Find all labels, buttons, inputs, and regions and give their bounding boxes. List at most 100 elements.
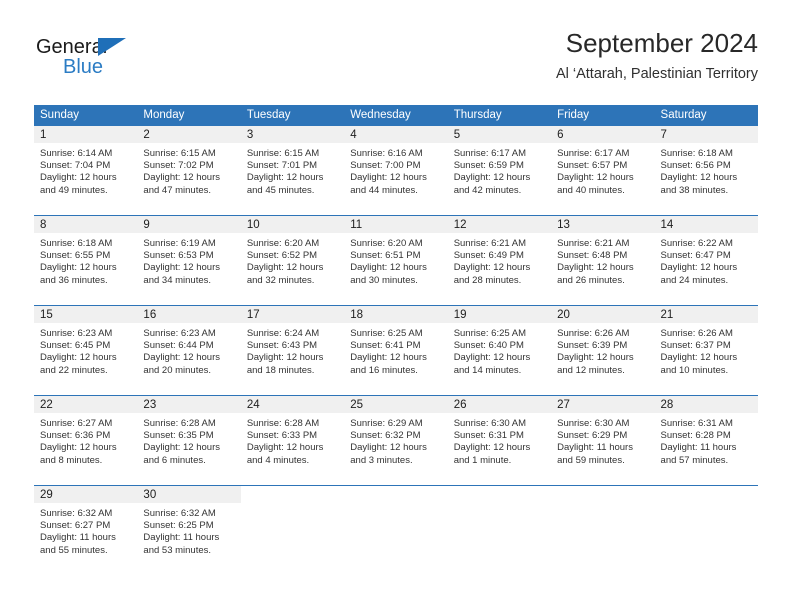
day-number: 22 (40, 399, 53, 411)
day-cell-3[interactable]: 3 Sunrise: 6:15 AM Sunset: 7:01 PM Daylight… (240, 126, 345, 215)
day-number-band: 22 (34, 396, 138, 414)
day-number (655, 486, 758, 489)
day-cell-29[interactable]: 29 Sunrise: 6:32 AM Sunset: 6:27 PM Dayligh… (34, 486, 138, 575)
sunset-text: Sunset: 7:02 PM (143, 160, 214, 172)
daylight-text: Daylight: 12 hours and 42 minutes. (453, 172, 531, 196)
sunset-text: Sunset: 6:57 PM (557, 160, 628, 172)
day-number-band (240, 486, 345, 504)
day-details: Sunrise: 6:22 AM Sunset: 6:47 PM Daylight:… (655, 234, 758, 287)
day-details: Sunrise: 6:24 AM Sunset: 6:43 PM Daylight:… (241, 324, 344, 377)
sunrise-text: Sunrise: 6:26 AM (557, 328, 630, 339)
day-cell-28[interactable]: 28 Sunrise: 6:31 AM Sunset: 6:28 PM Dayligh… (654, 396, 758, 485)
day-cell-empty (447, 486, 552, 575)
day-details: Sunrise: 6:20 AM Sunset: 6:51 PM Daylight:… (344, 234, 447, 287)
day-cell-5[interactable]: 5 Sunrise: 6:17 AM Sunset: 6:59 PM Daylight… (447, 126, 552, 215)
day-cell-24[interactable]: 24 Sunrise: 6:28 AM Sunset: 6:33 PM Dayligh… (240, 396, 345, 485)
day-cell-10[interactable]: 10 Sunrise: 6:20 AM Sunset: 6:52 PM Dayligh… (240, 216, 345, 305)
day-number: 20 (557, 309, 570, 321)
day-cell-19[interactable]: 19 Sunrise: 6:25 AM Sunset: 6:40 PM Dayligh… (447, 306, 552, 395)
sunset-text: Sunset: 6:41 PM (350, 340, 421, 352)
day-cell-16[interactable]: 16 Sunrise: 6:23 AM Sunset: 6:44 PM Dayligh… (137, 306, 241, 395)
day-cell-6[interactable]: 6 Sunrise: 6:17 AM Sunset: 6:57 PM Daylight… (551, 126, 655, 215)
day-number (241, 486, 344, 489)
day-number-band: 3 (240, 126, 345, 144)
calendar-week-row: 15 Sunrise: 6:23 AM Sunset: 6:45 PM Dayligh… (34, 305, 758, 395)
weekday-header-row: Sunday Monday Tuesday Wednesday Thursday Frid… (34, 105, 758, 126)
day-number (551, 486, 654, 489)
day-cell-7[interactable]: 7 Sunrise: 6:18 AM Sunset: 6:56 PM Daylight… (654, 126, 758, 215)
day-details: Sunrise: 6:21 AM Sunset: 6:49 PM Daylight:… (448, 234, 551, 287)
sunset-text: Sunset: 6:49 PM (453, 250, 524, 262)
sunset-text: Sunset: 6:40 PM (453, 340, 524, 352)
sunrise-text: Sunrise: 6:27 AM (40, 418, 113, 429)
day-number: 23 (143, 399, 157, 411)
day-details: Sunrise: 6:17 AM Sunset: 6:57 PM Daylight:… (551, 144, 654, 197)
day-cell-17[interactable]: 17 Sunrise: 6:24 AM Sunset: 6:43 PM Dayligh… (240, 306, 345, 395)
daylight-text: Daylight: 12 hours and 1 minute. (453, 442, 531, 466)
sunrise-text: Sunrise: 6:32 AM (40, 508, 113, 519)
sunset-text: Sunset: 6:25 PM (143, 520, 214, 532)
day-cell-9[interactable]: 9 Sunrise: 6:19 AM Sunset: 6:53 PM Daylight… (137, 216, 241, 305)
sunrise-text: Sunrise: 6:20 AM (246, 238, 320, 249)
day-cell-4[interactable]: 4 Sunrise: 6:16 AM Sunset: 7:00 PM Daylight… (344, 126, 448, 215)
day-number-band: 30 (137, 486, 241, 504)
day-details: Sunrise: 6:25 AM Sunset: 6:40 PM Daylight:… (448, 324, 551, 377)
sunset-text: Sunset: 6:53 PM (143, 250, 214, 262)
day-cell-20[interactable]: 20 Sunrise: 6:26 AM Sunset: 6:39 PM Dayligh… (551, 306, 655, 395)
day-number-band: 4 (344, 126, 448, 144)
sunrise-text: Sunrise: 6:17 AM (453, 148, 527, 159)
sunrise-text: Sunrise: 6:28 AM (246, 418, 320, 429)
day-number-band: 17 (240, 306, 345, 324)
general-blue-logo[interactable]: General Blue (36, 36, 216, 86)
day-number-band: 11 (344, 216, 448, 234)
logo-text-general: General (36, 36, 108, 58)
day-cell-30[interactable]: 30 Sunrise: 6:32 AM Sunset: 6:25 PM Dayligh… (137, 486, 241, 575)
day-number: 10 (246, 219, 260, 231)
sunset-text: Sunset: 6:27 PM (40, 520, 111, 532)
day-details: Sunrise: 6:27 AM Sunset: 6:36 PM Daylight:… (34, 414, 137, 467)
daylight-text: Daylight: 12 hours and 45 minutes. (246, 172, 324, 196)
day-number: 7 (660, 129, 667, 141)
sunrise-text: Sunrise: 6:20 AM (350, 238, 423, 249)
sunset-text: Sunset: 7:01 PM (246, 160, 318, 172)
day-number-band: 9 (137, 216, 241, 234)
day-cell-22[interactable]: 22 Sunrise: 6:27 AM Sunset: 6:36 PM Dayligh… (34, 396, 138, 485)
daylight-text: Daylight: 12 hours and 4 minutes. (246, 442, 324, 466)
day-number: 15 (40, 309, 53, 321)
day-number-band: 6 (551, 126, 655, 144)
daylight-text: Daylight: 11 hours and 59 minutes. (557, 442, 633, 466)
day-details: Sunrise: 6:15 AM Sunset: 7:01 PM Daylight:… (241, 144, 344, 197)
day-cell-23[interactable]: 23 Sunrise: 6:28 AM Sunset: 6:35 PM Dayligh… (137, 396, 241, 485)
day-cell-15[interactable]: 15 Sunrise: 6:23 AM Sunset: 6:45 PM Dayligh… (34, 306, 138, 395)
logo-text-blue: Blue (63, 56, 104, 78)
day-cell-26[interactable]: 26 Sunrise: 6:30 AM Sunset: 6:31 PM Dayligh… (447, 396, 552, 485)
sunrise-text: Sunrise: 6:28 AM (143, 418, 216, 429)
day-details: Sunrise: 6:23 AM Sunset: 6:45 PM Daylight:… (34, 324, 137, 377)
day-cell-18[interactable]: 18 Sunrise: 6:25 AM Sunset: 6:41 PM Dayligh… (344, 306, 448, 395)
day-cell-2[interactable]: 2 Sunrise: 6:15 AM Sunset: 7:02 PM Daylight… (137, 126, 241, 215)
weekday-header-wednesday: Wednesday (350, 109, 411, 121)
day-number-band: 2 (137, 126, 241, 144)
day-cell-21[interactable]: 21 Sunrise: 6:26 AM Sunset: 6:37 PM Dayligh… (654, 306, 758, 395)
calendar-week-row: 29 Sunrise: 6:32 AM Sunset: 6:27 PM Dayligh… (34, 485, 758, 575)
day-cell-1[interactable]: 1 Sunrise: 6:14 AM Sunset: 7:04 PM Daylight… (34, 126, 138, 215)
day-cell-27[interactable]: 27 Sunrise: 6:30 AM Sunset: 6:29 PM Dayligh… (551, 396, 655, 485)
daylight-text: Daylight: 12 hours and 14 minutes. (453, 352, 531, 376)
daylight-text: Daylight: 12 hours and 44 minutes. (350, 172, 427, 196)
day-number-band: 23 (137, 396, 241, 414)
day-cell-11[interactable]: 11 Sunrise: 6:20 AM Sunset: 6:51 PM Dayligh… (344, 216, 448, 305)
day-number-band: 29 (34, 486, 138, 504)
day-cell-12[interactable]: 12 Sunrise: 6:21 AM Sunset: 6:49 PM Dayligh… (447, 216, 552, 305)
day-cell-8[interactable]: 8 Sunrise: 6:18 AM Sunset: 6:55 PM Daylight… (34, 216, 138, 305)
day-cell-14[interactable]: 14 Sunrise: 6:22 AM Sunset: 6:47 PM Dayligh… (654, 216, 758, 305)
day-cell-empty (240, 486, 345, 575)
daylight-text: Daylight: 12 hours and 26 minutes. (557, 262, 634, 286)
day-number-band: 27 (551, 396, 655, 414)
day-details: Sunrise: 6:14 AM Sunset: 7:04 PM Daylight:… (34, 144, 137, 197)
day-cell-25[interactable]: 25 Sunrise: 6:29 AM Sunset: 6:32 PM Dayligh… (344, 396, 448, 485)
sunrise-text: Sunrise: 6:30 AM (453, 418, 527, 429)
daylight-text: Daylight: 12 hours and 8 minutes. (40, 442, 117, 466)
page-title: September 2024 (565, 28, 758, 58)
day-number: 2 (143, 129, 150, 141)
day-cell-13[interactable]: 13 Sunrise: 6:21 AM Sunset: 6:48 PM Dayligh… (551, 216, 655, 305)
